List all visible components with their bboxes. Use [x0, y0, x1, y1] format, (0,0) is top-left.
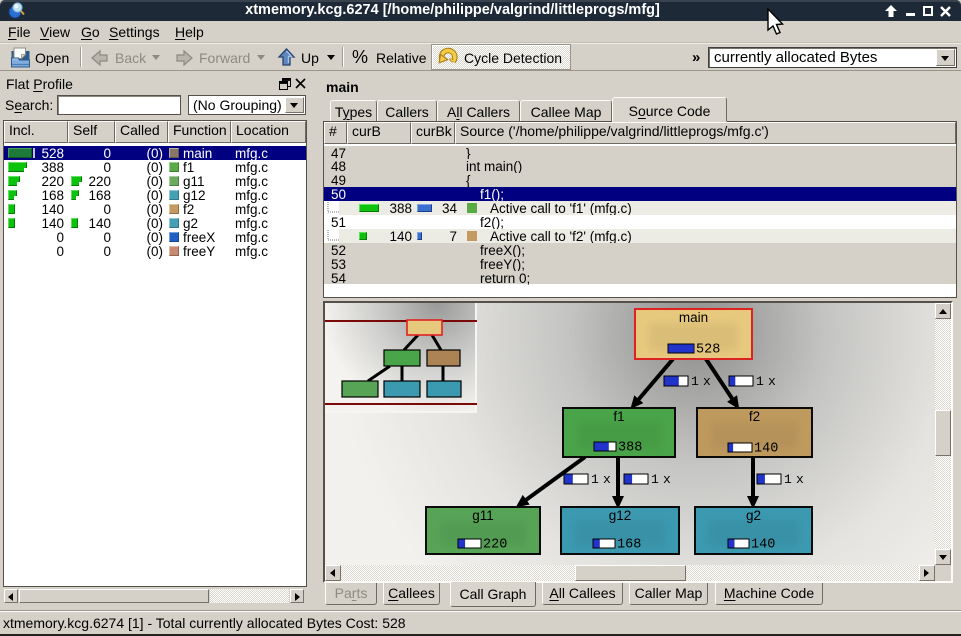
svg-text:g2: g2	[746, 508, 761, 523]
svg-text:x: x	[603, 472, 611, 487]
svg-text:168: 168	[617, 538, 641, 553]
svg-text:1: 1	[691, 374, 699, 389]
svg-text:f2: f2	[749, 409, 760, 424]
svg-text:1: 1	[651, 472, 659, 487]
svg-text:388: 388	[618, 441, 642, 456]
svg-text:528: 528	[696, 343, 720, 358]
svg-text:main: main	[679, 310, 708, 325]
svg-text:x: x	[768, 374, 776, 389]
svg-text:1: 1	[591, 472, 599, 487]
svg-text:g12: g12	[609, 508, 632, 523]
svg-text:x: x	[703, 374, 711, 389]
svg-text:220: 220	[483, 538, 507, 553]
svg-text:140: 140	[751, 538, 775, 553]
svg-text:g11: g11	[472, 508, 494, 523]
svg-text:f1: f1	[613, 409, 624, 424]
svg-text:x: x	[796, 472, 804, 487]
svg-text:140: 140	[754, 442, 778, 457]
svg-text:1: 1	[756, 374, 764, 389]
svg-text:x: x	[663, 472, 671, 487]
svg-text:1: 1	[784, 472, 792, 487]
